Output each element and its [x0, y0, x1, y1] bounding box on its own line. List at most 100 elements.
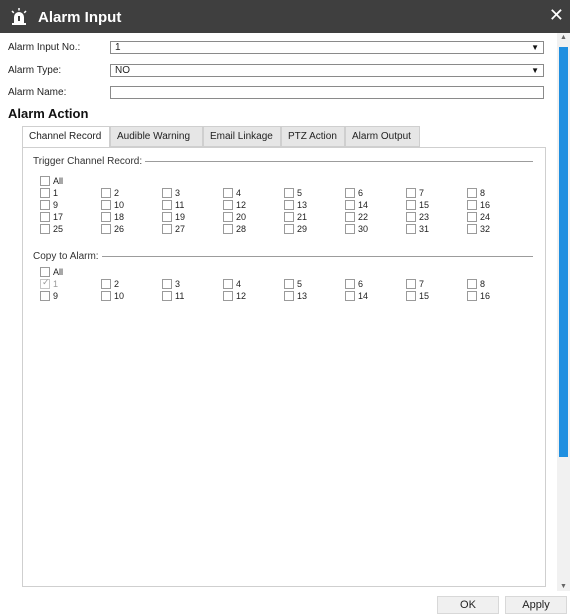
copy-channel-checkbox-4[interactable] — [223, 279, 233, 289]
copy-channel-checkbox-10[interactable] — [101, 291, 111, 301]
copy-channel-label-3: 3 — [175, 279, 181, 289]
title-bar: Alarm Input ✕ — [0, 0, 570, 33]
trigger-channel-label-25: 25 — [53, 224, 64, 234]
copy-channel-label-9: 9 — [53, 291, 59, 301]
trigger-channel-checkbox-5[interactable] — [284, 188, 294, 198]
trigger-channel-label-23: 23 — [419, 212, 430, 222]
trigger-channel-checkbox-9[interactable] — [40, 200, 50, 210]
tab-alarm-output[interactable]: Alarm Output — [345, 126, 420, 147]
ok-button[interactable]: OK — [437, 596, 499, 614]
trigger-channel-checkbox-7[interactable] — [406, 188, 416, 198]
section-title: Alarm Action — [8, 106, 89, 121]
trigger-channel-checkbox-27[interactable] — [162, 224, 172, 234]
close-icon[interactable]: ✕ — [549, 5, 564, 25]
trigger-channel-checkbox-31[interactable] — [406, 224, 416, 234]
trigger-channel-label-32: 32 — [480, 224, 491, 234]
vertical-scrollbar[interactable]: ▲ ▼ — [557, 33, 570, 591]
trigger-channel-checkbox-18[interactable] — [101, 212, 111, 222]
trigger-channel-checkbox-6[interactable] — [345, 188, 355, 198]
copy-channel-checkbox-14[interactable] — [345, 291, 355, 301]
trigger-channel-checkbox-15[interactable] — [406, 200, 416, 210]
copy-channel-checkbox-16[interactable] — [467, 291, 477, 301]
trigger-channel-checkbox-24[interactable] — [467, 212, 477, 222]
trigger-channel-label-8: 8 — [480, 188, 486, 198]
tab-channel-record[interactable]: Channel Record — [22, 126, 110, 148]
trigger-channel-checkbox-28[interactable] — [223, 224, 233, 234]
alarm-name-input[interactable] — [110, 86, 544, 99]
copy-channel-label-13: 13 — [297, 291, 308, 301]
copy-channel-checkbox-8[interactable] — [467, 279, 477, 289]
trigger-channel-label-29: 29 — [297, 224, 308, 234]
trigger-channel-checkbox-13[interactable] — [284, 200, 294, 210]
trigger-channel-checkbox-12[interactable] — [223, 200, 233, 210]
channel-record-panel: Trigger Channel Record: All 1 2 3 4 5 6 7 8 9 10 11… — [22, 147, 546, 587]
copy-channel-checkbox-1 — [40, 277, 50, 289]
trigger-all-label: All — [53, 176, 64, 186]
copy-all-checkbox[interactable] — [40, 267, 50, 277]
copy-channel-label-14: 14 — [358, 291, 369, 301]
copy-channel-checkbox-6[interactable] — [345, 279, 355, 289]
trigger-channel-label-27: 27 — [175, 224, 186, 234]
copy-group-divider — [37, 256, 533, 257]
trigger-channel-checkbox-25[interactable] — [40, 224, 50, 234]
trigger-channel-label-6: 6 — [358, 188, 364, 198]
copy-channel-checkbox-15[interactable] — [406, 291, 416, 301]
trigger-channel-checkbox-2[interactable] — [101, 188, 111, 198]
scroll-thumb[interactable] — [559, 47, 568, 457]
trigger-channel-checkbox-4[interactable] — [223, 188, 233, 198]
trigger-channel-checkbox-21[interactable] — [284, 212, 294, 222]
trigger-channel-label-9: 9 — [53, 200, 59, 210]
tab-audible-warning[interactable]: Audible Warning — [110, 126, 203, 147]
apply-button[interactable]: Apply — [505, 596, 567, 614]
copy-channel-checkbox-12[interactable] — [223, 291, 233, 301]
window-title: Alarm Input — [38, 9, 122, 26]
trigger-channel-label-4: 4 — [236, 188, 242, 198]
copy-channel-checkbox-11[interactable] — [162, 291, 172, 301]
copy-channel-checkbox-9[interactable] — [40, 291, 50, 301]
trigger-channel-label-26: 26 — [114, 224, 125, 234]
copy-channel-checkbox-2[interactable] — [101, 279, 111, 289]
trigger-channel-checkbox-10[interactable] — [101, 200, 111, 210]
chevron-down-icon: ▼ — [531, 43, 539, 52]
alarm-type-select[interactable]: NO ▼ — [110, 64, 544, 77]
trigger-channel-checkbox-22[interactable] — [345, 212, 355, 222]
copy-channel-label-2: 2 — [114, 279, 120, 289]
trigger-channel-checkbox-29[interactable] — [284, 224, 294, 234]
trigger-channel-label-14: 14 — [358, 200, 369, 210]
trigger-channel-checkbox-32[interactable] — [467, 224, 477, 234]
trigger-channel-checkbox-16[interactable] — [467, 200, 477, 210]
copy-channel-checkbox-7[interactable] — [406, 279, 416, 289]
copy-group-title: Copy to Alarm: — [33, 251, 102, 262]
trigger-channel-checkbox-3[interactable] — [162, 188, 172, 198]
copy-channel-label-4: 4 — [236, 279, 242, 289]
chevron-down-icon: ▼ — [531, 66, 539, 75]
trigger-channel-checkbox-19[interactable] — [162, 212, 172, 222]
trigger-channel-checkbox-14[interactable] — [345, 200, 355, 210]
trigger-channel-label-24: 24 — [480, 212, 491, 222]
trigger-channel-checkbox-8[interactable] — [467, 188, 477, 198]
scroll-up-icon[interactable]: ▲ — [560, 34, 567, 41]
trigger-channel-checkbox-23[interactable] — [406, 212, 416, 222]
trigger-channel-label-31: 31 — [419, 224, 430, 234]
trigger-channel-label-22: 22 — [358, 212, 369, 222]
copy-channel-checkbox-5[interactable] — [284, 279, 294, 289]
trigger-channel-checkbox-20[interactable] — [223, 212, 233, 222]
copy-channel-label-10: 10 — [114, 291, 125, 301]
tab-ptz-action[interactable]: PTZ Action — [281, 126, 345, 147]
trigger-all-checkbox[interactable] — [40, 176, 50, 186]
trigger-channel-checkbox-30[interactable] — [345, 224, 355, 234]
trigger-channel-checkbox-26[interactable] — [101, 224, 111, 234]
trigger-channel-label-28: 28 — [236, 224, 247, 234]
copy-channel-checkbox-3[interactable] — [162, 279, 172, 289]
tab-email-linkage[interactable]: Email Linkage — [203, 126, 281, 147]
trigger-channel-checkbox-11[interactable] — [162, 200, 172, 210]
copy-channel-checkbox-13[interactable] — [284, 291, 294, 301]
trigger-channel-checkbox-17[interactable] — [40, 212, 50, 222]
alarm-name-label: Alarm Name: — [8, 87, 67, 98]
trigger-channel-checkbox-1[interactable] — [40, 188, 50, 198]
alarm-input-no-select[interactable]: 1 ▼ — [110, 41, 544, 54]
copy-channel-label-7: 7 — [419, 279, 425, 289]
copy-channel-label-1: 1 — [53, 279, 59, 289]
scroll-down-icon[interactable]: ▼ — [560, 583, 567, 590]
trigger-channel-label-5: 5 — [297, 188, 303, 198]
